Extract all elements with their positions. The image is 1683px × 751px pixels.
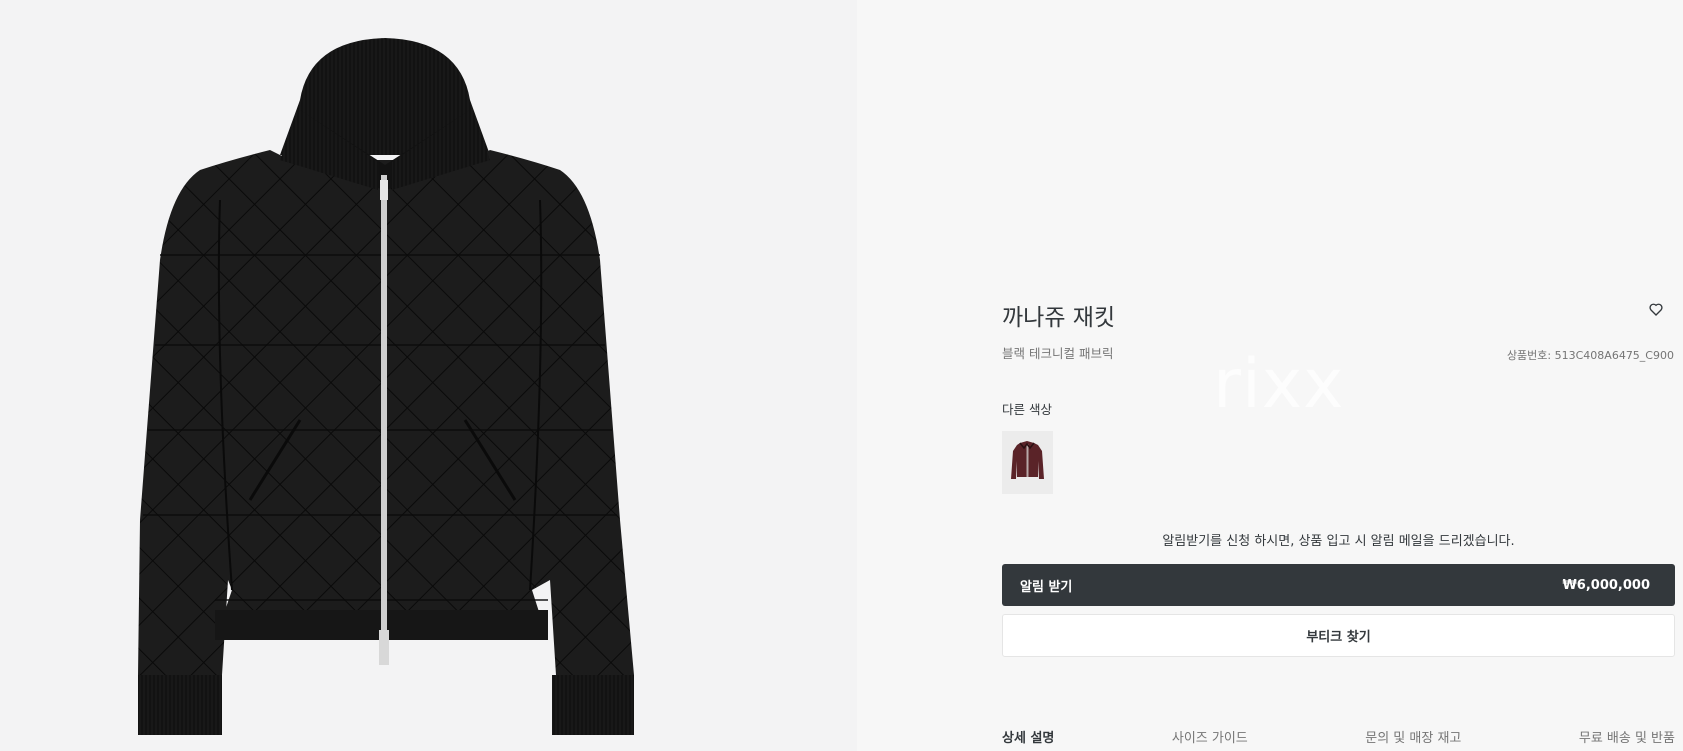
- heart-icon: [1649, 303, 1663, 316]
- tab-description[interactable]: 상세 설명: [1002, 727, 1054, 747]
- tab-shipping-returns[interactable]: 무료 배송 및 반품: [1579, 727, 1675, 747]
- find-boutique-button[interactable]: 부티크 찾기: [1002, 614, 1675, 657]
- product-reference: 상품번호: 513C408A6475_C900: [1506, 349, 1674, 362]
- price: ₩6,000,000: [1562, 577, 1650, 593]
- tab-contact-stock[interactable]: 문의 및 매장 재고: [1365, 727, 1461, 747]
- detail-tabs: 상세 설명 사이즈 가이드 문의 및 매장 재고 무료 배송 및 반품: [1002, 727, 1675, 747]
- product-page: rixx 까나쥬 재킷 블랙 테크니컬 패브릭 상품번호: 513C408A64…: [0, 0, 1683, 751]
- other-colors-label: 다른 색상: [1002, 402, 1052, 417]
- tab-size-guide[interactable]: 사이즈 가이드: [1172, 727, 1248, 747]
- notify-message: 알림받기를 신청 하시면, 상품 입고 시 알림 메일을 드리겠습니다.: [1162, 534, 1515, 549]
- notify-button-label: 알림 받기: [1020, 579, 1073, 595]
- notify-me-button[interactable]: 알림 받기 ₩6,000,000: [1002, 564, 1675, 606]
- product-image-panel: [0, 0, 857, 751]
- product-image: [138, 38, 634, 735]
- product-subtitle: 블랙 테크니컬 패브릭: [1002, 346, 1114, 361]
- color-swatch-burgundy[interactable]: [1002, 431, 1053, 494]
- jacket-icon: [1011, 441, 1044, 479]
- product-title: 까나쥬 재킷: [1002, 305, 1116, 331]
- wishlist-button[interactable]: [1645, 299, 1667, 321]
- watermark: rixx: [1213, 345, 1345, 424]
